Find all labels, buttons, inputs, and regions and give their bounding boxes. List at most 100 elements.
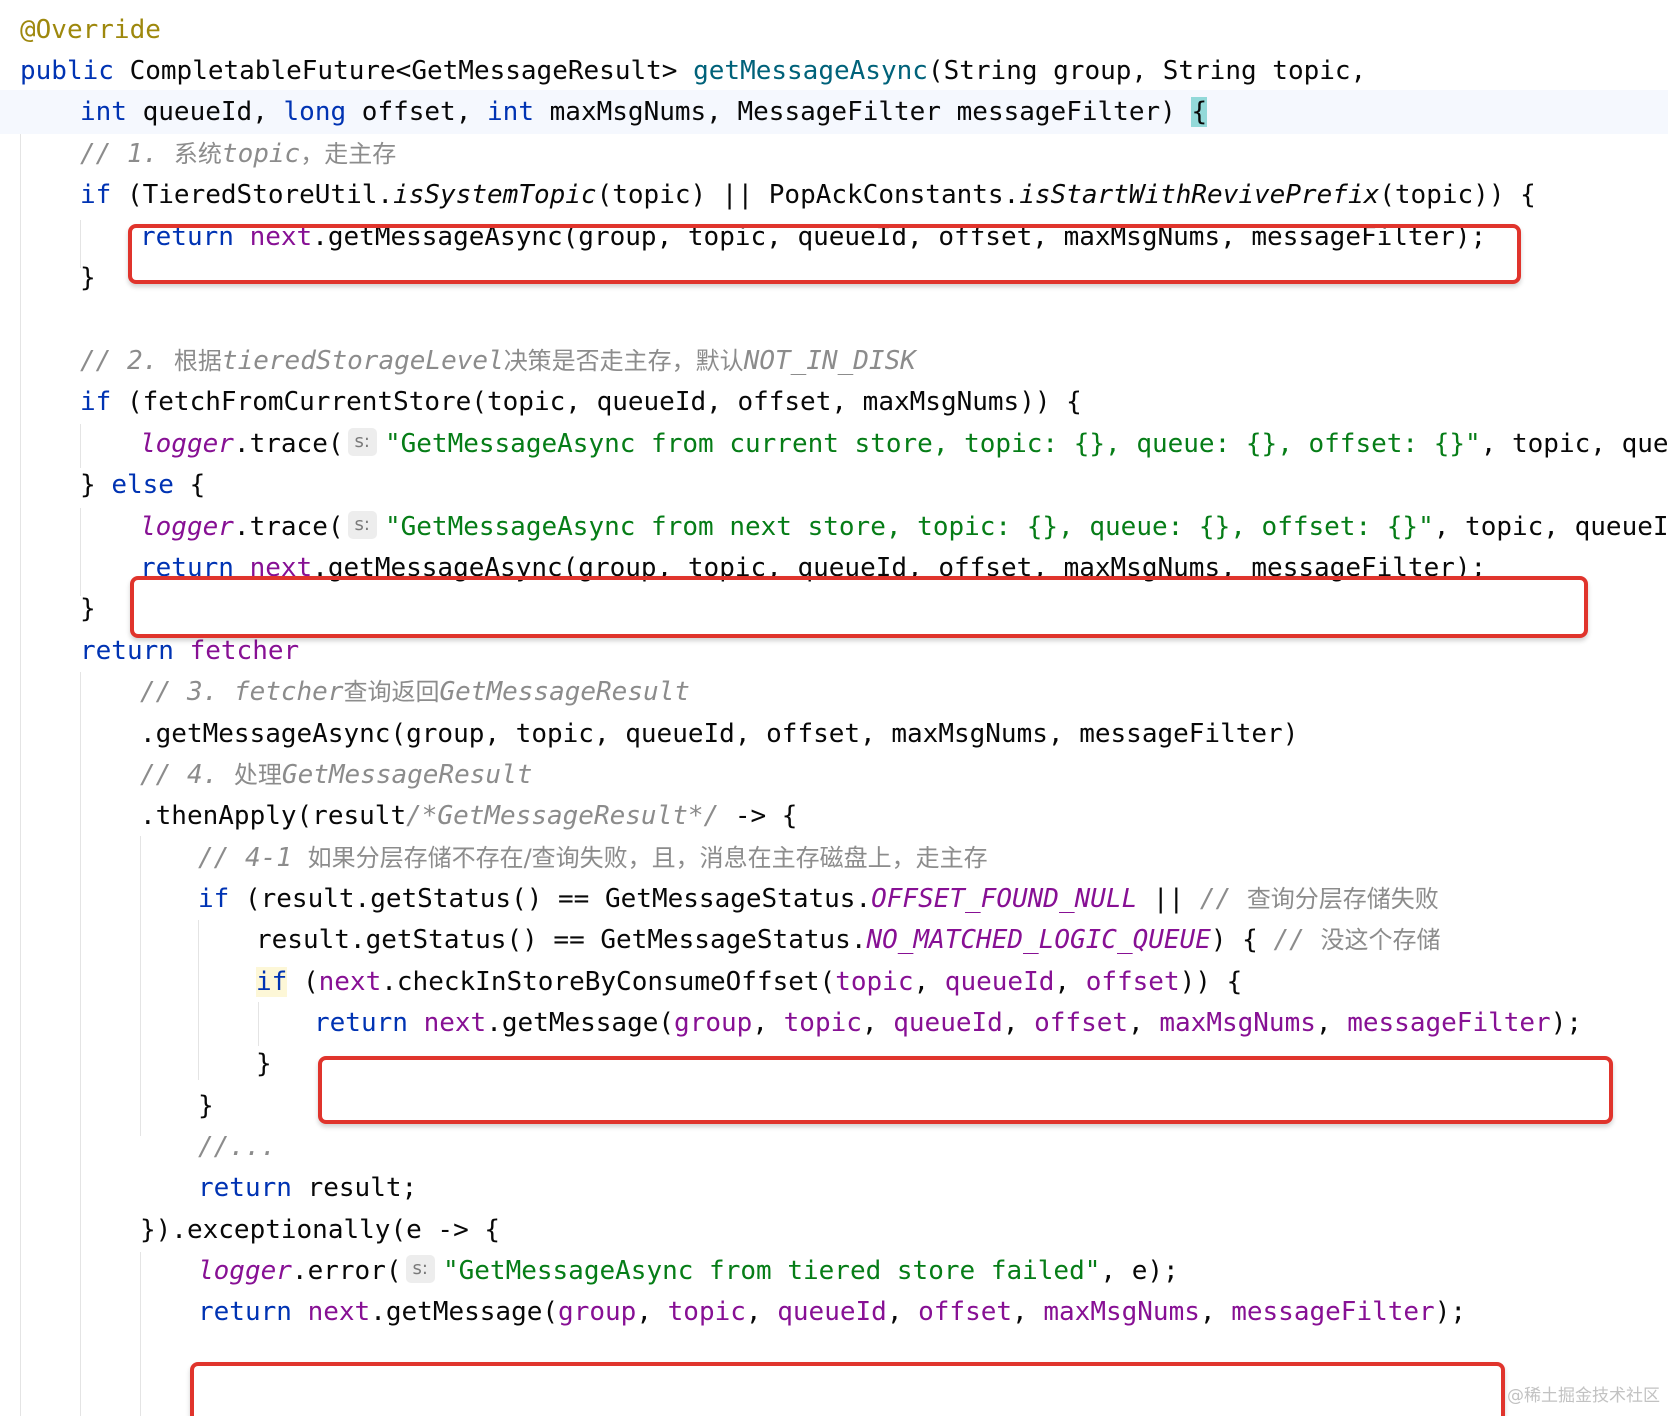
comment: // [1199, 884, 1247, 914]
keyword-long: long [283, 97, 347, 127]
comment: topic [221, 139, 301, 169]
closing-brace: } [80, 594, 96, 624]
comment: // [1273, 925, 1321, 955]
comment: // 1. [80, 139, 174, 169]
param-ref: topic [783, 1008, 862, 1038]
static-method: isSystemTopic [393, 180, 597, 210]
code-text: , [861, 1008, 894, 1038]
field-next: next [307, 1297, 371, 1327]
code-line-4[interactable]: // 1. 系统topic，走主存 [0, 132, 1668, 176]
code-line-24[interactable]: if (next.checkInStoreByConsumeOffset(top… [0, 960, 1668, 1004]
matched-brace: { [1191, 97, 1208, 127]
param-ref: maxMsgNums [1043, 1297, 1200, 1327]
comment: 查询分层存储失败 [1246, 885, 1439, 913]
code-line-29[interactable]: return result; [0, 1166, 1668, 1210]
code-text: , [1054, 967, 1086, 997]
code-text: ); [1550, 1008, 1583, 1038]
code-text: , topic, queueI [1433, 512, 1668, 542]
code-line-12[interactable]: } else { [0, 463, 1668, 507]
param-ref: messageFilter [1231, 1297, 1435, 1327]
closing-brace: } [198, 1091, 214, 1121]
code-text: .checkInStoreByConsumeOffset( [381, 967, 836, 997]
code-line-18[interactable]: .getMessageAsync(group, topic, queueId, … [0, 712, 1668, 756]
field-fetcher: fetcher [189, 636, 300, 666]
keyword-int: int [487, 97, 534, 127]
code-line-28[interactable]: //... [0, 1125, 1668, 1169]
string-literal: "GetMessageAsync from current store, top… [384, 429, 1481, 459]
code-text: , [1199, 1297, 1232, 1327]
code-line-31[interactable]: logger.error(s: "GetMessageAsync from tie… [0, 1249, 1668, 1293]
comment: // 4-1 [198, 843, 308, 873]
code-editor[interactable]: @Override public CompletableFuture<GetMe… [0, 0, 1668, 1416]
comment: 系统 [173, 140, 222, 168]
comment: 查询返回 [343, 678, 440, 706]
code-text: , topic, que [1480, 429, 1668, 459]
code-text: .getMessageAsync(group, topic, queueId, … [140, 719, 1299, 749]
param-ref: maxMsgNums [1159, 1008, 1316, 1038]
code-line-25[interactable]: return next.getMessage(group, topic, que… [0, 1001, 1668, 1045]
param-ref: topic [835, 967, 914, 997]
keyword-return: return [198, 1297, 292, 1327]
field-logger: logger [198, 1256, 292, 1286]
code-text: (TieredStoreUtil. [111, 180, 394, 210]
param-ref: offset [1034, 1008, 1129, 1038]
code-line-22[interactable]: if (result.getStatus() == GetMessageStat… [0, 877, 1668, 921]
code-line-20[interactable]: .thenApply(result/*GetMessageResult*/ ->… [0, 794, 1668, 838]
code-text: -> { [719, 801, 798, 831]
keyword-return: return [314, 1008, 408, 1038]
param-ref: group [674, 1008, 753, 1038]
parameter-hint: s: [405, 1254, 435, 1283]
code-text: .getMessage( [486, 1008, 675, 1038]
code-text: , [636, 1297, 668, 1327]
code-line-17[interactable]: // 3. fetcher查询返回GetMessageResult [0, 670, 1668, 714]
comment: //... [198, 1132, 277, 1162]
code-text: || [1137, 884, 1200, 914]
param-ref: queueId [944, 967, 1055, 997]
code-text: queueId, [126, 97, 284, 127]
code-text: maxMsgNums, MessageFilter messageFilter) [534, 97, 1192, 127]
code-line-2[interactable]: public CompletableFuture<GetMessageResul… [0, 49, 1668, 93]
param-ref: group [558, 1297, 637, 1327]
param-ref: queueId [893, 1008, 1003, 1038]
code-line-9[interactable]: // 2. 根据tieredStorageLevel决策是否走主存，默认NOT_… [0, 339, 1668, 383]
field-next: next [318, 967, 382, 997]
comment: tieredStorageLevel [221, 346, 504, 376]
code-line-3[interactable]: int queueId, long offset, int maxMsgNums… [0, 90, 1668, 134]
code-line-30[interactable]: }).exceptionally(e -> { [0, 1208, 1668, 1252]
keyword-if: if [256, 967, 288, 997]
return-type: CompletableFuture<GetMessageResult> [113, 56, 694, 86]
comment: ，走主存 [300, 140, 397, 168]
code-line-5[interactable]: if (TieredStoreUtil.isSystemTopic(topic)… [0, 173, 1668, 217]
keyword-if: if [80, 180, 112, 210]
code-line-1[interactable]: @Override [0, 8, 1668, 52]
highlight-box-return-1 [128, 224, 1521, 284]
code-line-13[interactable]: logger.trace(s: "GetMessageAsync from nex… [0, 505, 1668, 549]
code-text: , [913, 967, 945, 997]
code-line-23[interactable]: result.getStatus() == GetMessageStatus.N… [0, 918, 1668, 962]
field-logger: logger [140, 512, 234, 542]
comment: 决策是否走主存，默认 [503, 347, 744, 375]
code-text: (fetchFromCurrentStore(topic, queueId, o… [111, 387, 1082, 417]
code-text: offset, [346, 97, 488, 127]
closing-brace: } [80, 263, 96, 293]
code-line-32[interactable]: return next.getMessage(group, topic, que… [0, 1290, 1668, 1334]
static-method: isStartWithRevivePrefix [1019, 180, 1380, 210]
comment: // 3. fetcher [140, 677, 344, 707]
code-line-21[interactable]: // 4-1 如果分层存储不存在/查询失败，且，消息在主存磁盘上，走主存 [0, 836, 1668, 880]
code-text: .error( [291, 1256, 402, 1286]
code-text: ) { [1210, 925, 1274, 955]
closing-brace: } [256, 1049, 272, 1079]
code-text: , e); [1100, 1256, 1179, 1286]
enum-constant: OFFSET_FOUND_NULL [871, 884, 1138, 914]
code-line-11[interactable]: logger.trace(s: "GetMessageAsync from cur… [0, 422, 1668, 466]
comment: // 2. [80, 346, 174, 376]
parameter-hint: s: [347, 510, 377, 539]
string-literal: "GetMessageAsync from next store, topic:… [384, 512, 1434, 542]
code-text: (topic) || PopAckConstants. [596, 180, 1020, 210]
code-text: } [80, 470, 112, 500]
highlight-box-return-2 [130, 576, 1588, 638]
code-line-10[interactable]: if (fetchFromCurrentStore(topic, queueId… [0, 380, 1668, 424]
code-text: )) { [1179, 967, 1243, 997]
code-line-19[interactable]: // 4. 处理GetMessageResult [0, 753, 1668, 797]
keyword-if: if [198, 884, 230, 914]
